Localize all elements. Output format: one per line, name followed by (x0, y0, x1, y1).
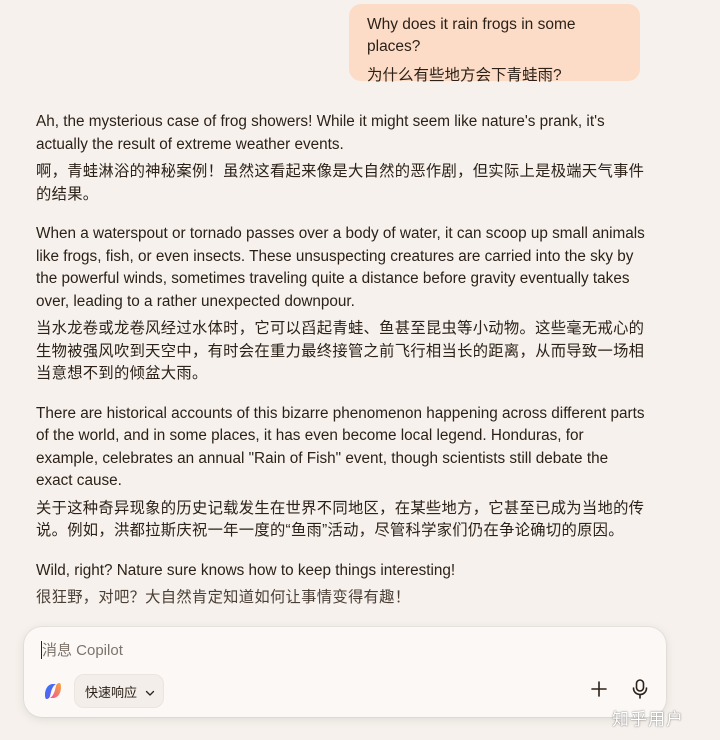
response-text-zh: 当水龙卷或龙卷风经过水体时，它可以舀起青蛙、鱼甚至昆虫等小动物。这些毫无戒心的生… (36, 320, 645, 382)
response-mode-button[interactable]: 快速响应 (74, 674, 164, 708)
user-message-bubble: Why does it rain frogs in some places? 为… (349, 4, 640, 84)
watermark-text: 知乎用户 (612, 710, 684, 729)
response-paragraph: When a waterspout or tornado passes over… (36, 223, 646, 386)
text-caret (41, 641, 42, 659)
response-text-en: Wild, right? Nature sure knows how to ke… (36, 561, 456, 579)
assistant-response: Ah, the mysterious case of frog showers!… (36, 111, 646, 627)
response-text-en: When a waterspout or tornado passes over… (36, 225, 645, 310)
response-text-en: Ah, the mysterious case of frog showers!… (36, 113, 605, 153)
microphone-icon[interactable] (630, 678, 650, 700)
message-composer: 快速响应 (24, 627, 666, 717)
response-text-zh: 关于这种奇异现象的历史记载发生在世界不同地区，在某些地方，它甚至已成为当地的传说… (36, 499, 645, 540)
response-paragraph: Ah, the mysterious case of frog showers!… (36, 111, 646, 206)
chevron-down-icon (145, 686, 155, 696)
response-text-en: There are historical accounts of this bi… (36, 404, 645, 490)
response-paragraph: There are historical accounts of this bi… (36, 403, 646, 543)
response-text-zh: 很狂野，对吧？大自然肯定知道如何让事情变得有趣！ (36, 589, 411, 606)
response-mode-label: 快速响应 (85, 684, 138, 700)
response-text-zh: 啊，青蛙淋浴的神秘案例！虽然这看起来像是大自然的恶作剧，但实际上是极端天气事件的… (36, 163, 645, 203)
message-input[interactable] (42, 639, 642, 661)
user-message-zh: 为什么有些地方会下青蛙雨? (367, 67, 562, 84)
copilot-logo-icon (42, 680, 64, 702)
user-message-en: Why does it rain frogs in some places? (367, 16, 576, 55)
plus-icon[interactable] (589, 679, 609, 699)
response-paragraph: Wild, right? Nature sure knows how to ke… (36, 560, 646, 610)
